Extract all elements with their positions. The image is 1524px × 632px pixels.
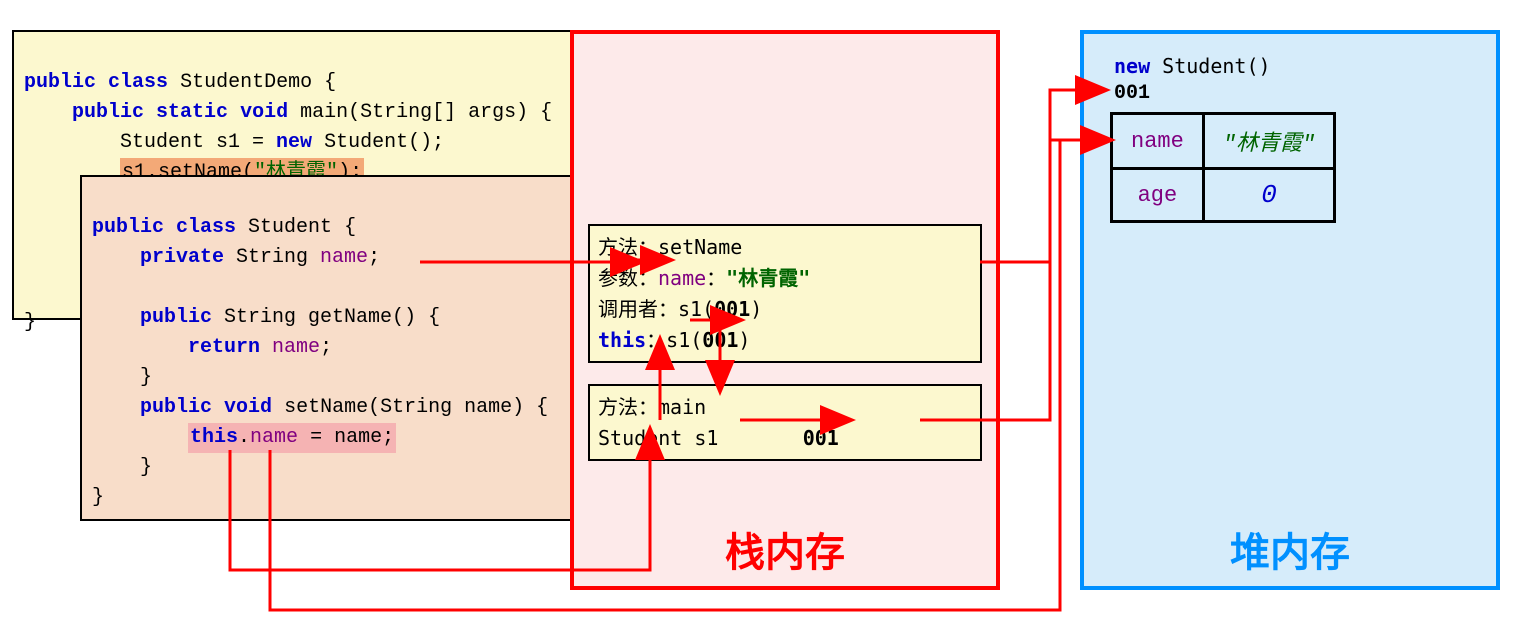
code-text: . <box>238 426 250 449</box>
kw-public: public <box>140 396 212 419</box>
heap-object-table: name "林青霞" age 0 <box>1110 112 1336 223</box>
code-text <box>260 336 272 359</box>
heap-title: 堆内存 <box>1084 520 1496 578</box>
colon: ： <box>646 328 666 352</box>
label-caller: 调用者： <box>598 299 678 321</box>
code-text: = name; <box>298 426 394 449</box>
table-row: name "林青霞" <box>1112 114 1335 169</box>
kw-return: return <box>188 336 260 359</box>
method-sig: main(String[] args) { <box>288 101 552 124</box>
kw-class: class <box>176 216 236 239</box>
method-sig: setName(String name) { <box>272 396 548 419</box>
heap-addr: 001 <box>1114 82 1150 105</box>
caller-addr: 001 <box>714 297 750 321</box>
indent <box>92 246 140 269</box>
indent <box>24 101 72 124</box>
colon: ： <box>706 266 726 290</box>
val-method: setName <box>658 235 742 259</box>
field-cell: name <box>1112 114 1204 169</box>
field-cell: age <box>1112 169 1204 222</box>
param-name: name <box>658 266 706 290</box>
kw-this: this <box>598 328 646 352</box>
heap-memory-box: new Student() 001 name "林青霞" age 0 堆内存 <box>1080 30 1500 590</box>
indent <box>92 396 140 419</box>
stack-title: 栈内存 <box>574 520 996 578</box>
value-cell: "林青霞" <box>1203 114 1334 169</box>
code-text: Student() <box>1150 54 1270 78</box>
hl-this-assign: this.name = name; <box>188 423 396 453</box>
code-text: ; <box>320 336 332 359</box>
stack-frame-setname: 方法：setName 参数：name："林青霞" 调用者：s1(001) thi… <box>588 224 982 363</box>
kw-this: this <box>190 426 238 449</box>
close-brace: } <box>92 366 152 389</box>
this-addr: 001 <box>702 328 738 352</box>
var-addr: 001 <box>803 426 839 450</box>
val-method: main <box>658 395 706 419</box>
indent <box>92 336 188 359</box>
field-name: name <box>250 426 298 449</box>
caller-text: ) <box>750 297 762 321</box>
kw-public: public <box>140 306 212 329</box>
code-text: ; <box>368 246 380 269</box>
indent <box>92 306 140 329</box>
method-sig: String getName() { <box>212 306 440 329</box>
kw-public: public <box>92 216 164 239</box>
stack-frame-main: 方法：main Student s1 001 <box>588 384 982 461</box>
this-text: s1( <box>666 328 702 352</box>
code-box-student: public class Student { private String na… <box>80 175 620 521</box>
value-cell: 0 <box>1203 169 1334 222</box>
code-text: String <box>224 246 320 269</box>
code-text: Student s1 = <box>120 131 276 154</box>
kw-public: public <box>24 71 96 94</box>
heap-new-expr: new Student() <box>1114 54 1271 78</box>
kw-new: new <box>276 131 312 154</box>
label-param: 参数： <box>598 268 658 290</box>
close-brace: } <box>24 311 36 334</box>
caller-text: s1( <box>678 297 714 321</box>
stack-memory-box: 方法：setName 参数：name："林青霞" 调用者：s1(001) thi… <box>570 30 1000 590</box>
label-method: 方法： <box>598 237 658 259</box>
field-name: name <box>320 246 368 269</box>
class-name: Student { <box>236 216 356 239</box>
close-brace: } <box>92 486 104 509</box>
field-name: name <box>272 336 320 359</box>
var-decl: Student s1 <box>598 426 718 450</box>
label-method: 方法： <box>598 397 658 419</box>
code-text: Student(); <box>312 131 444 154</box>
kw-class: class <box>108 71 168 94</box>
kw-private: private <box>140 246 224 269</box>
class-name: StudentDemo { <box>180 71 336 94</box>
this-text: ) <box>738 328 750 352</box>
close-brace: } <box>92 456 152 479</box>
kw-void: void <box>224 396 272 419</box>
table-row: age 0 <box>1112 169 1335 222</box>
kw-new: new <box>1114 54 1150 78</box>
indent <box>92 426 188 449</box>
kw-public: public <box>72 101 144 124</box>
kw-void: void <box>240 101 288 124</box>
param-val: "林青霞" <box>726 266 810 290</box>
kw-static: static <box>156 101 228 124</box>
indent <box>24 131 120 154</box>
